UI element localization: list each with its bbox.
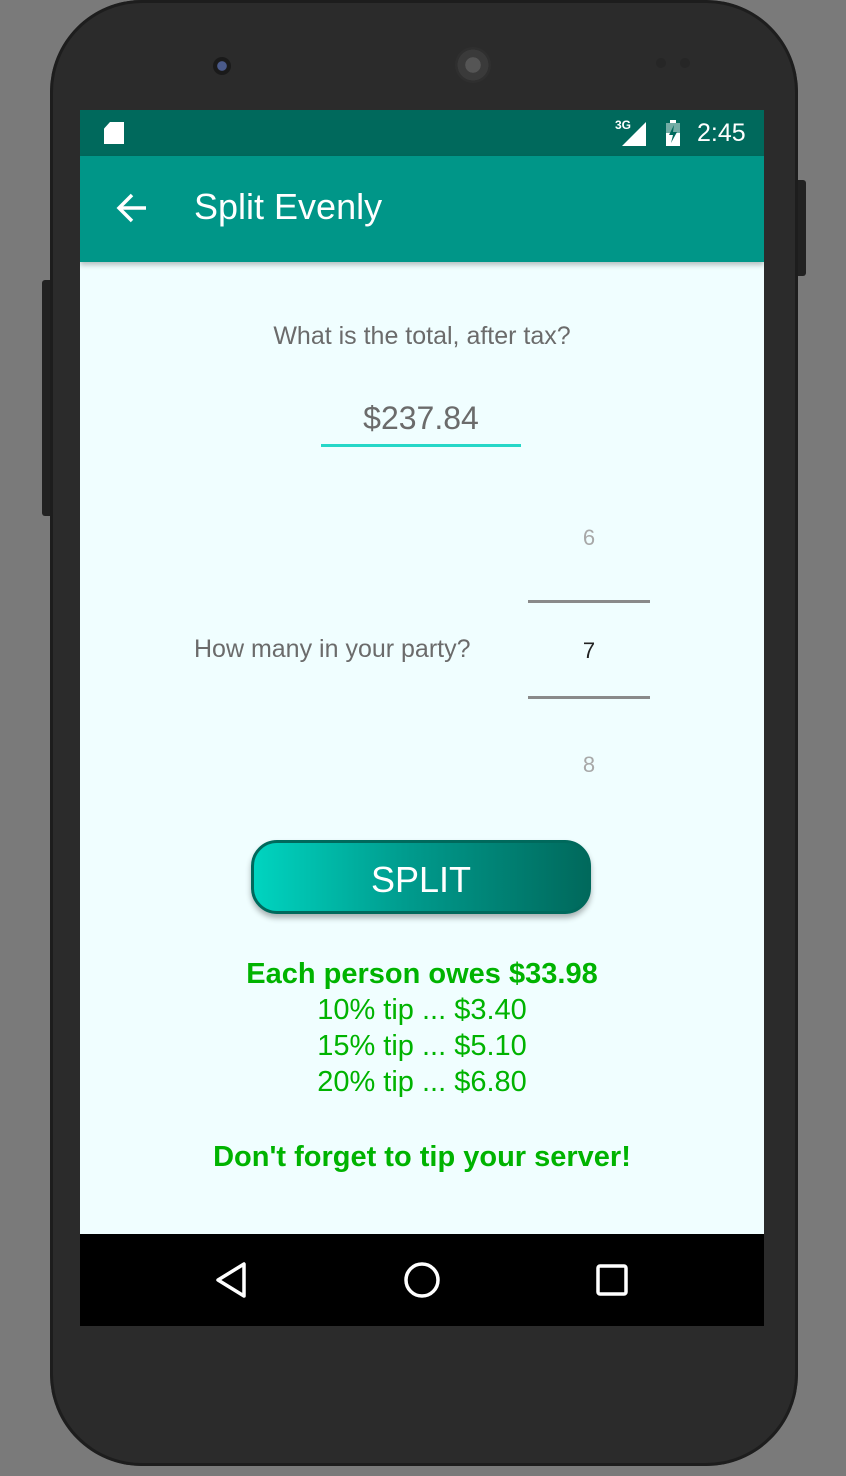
- recents-square-icon[interactable]: [592, 1260, 632, 1300]
- navigation-bar: [80, 1234, 764, 1326]
- tip-20-line: 20% tip ... $6.80: [317, 1066, 527, 1098]
- volume-button: [42, 280, 50, 516]
- signal-icon: [622, 122, 646, 146]
- app-bar: Split Evenly: [80, 156, 764, 262]
- picker-selected-value[interactable]: 7: [528, 638, 650, 664]
- split-button[interactable]: SPLIT: [251, 840, 591, 914]
- picker-previous-value[interactable]: 6: [528, 525, 650, 551]
- back-triangle-icon[interactable]: [212, 1260, 252, 1300]
- total-amount-input[interactable]: [321, 392, 521, 447]
- light-sensor: [680, 58, 690, 68]
- screen: 3G 2:45 Split Evenly What is the total, …: [80, 110, 764, 1326]
- picker-next-value[interactable]: 8: [528, 752, 650, 778]
- each-person-owes: Each person owes $33.98: [246, 958, 598, 990]
- proximity-sensor: [656, 58, 666, 68]
- tip-reminder: Don't forget to tip your server!: [213, 1141, 631, 1173]
- status-bar: 3G 2:45: [80, 110, 764, 156]
- status-time: 2:45: [697, 119, 746, 147]
- sd-card-icon: [104, 122, 124, 144]
- tip-15-line: 15% tip ... $5.10: [317, 1030, 527, 1062]
- results-panel: Each person owes $33.98 10% tip ... $3.4…: [80, 956, 764, 1100]
- arrow-back-icon[interactable]: [112, 188, 152, 228]
- earpiece-speaker: [455, 47, 491, 83]
- page-title: Split Evenly: [194, 186, 383, 227]
- total-question-label: What is the total, after tax?: [273, 322, 571, 350]
- battery-icon: [666, 120, 680, 146]
- party-size-label: How many in your party?: [194, 635, 471, 663]
- picker-divider-top: [528, 600, 650, 603]
- home-circle-icon[interactable]: [402, 1260, 442, 1300]
- party-size-picker[interactable]: 6 7 8: [528, 510, 650, 800]
- picker-divider-bottom: [528, 696, 650, 699]
- front-camera: [213, 57, 231, 75]
- tip-10-line: 10% tip ... $3.40: [317, 994, 527, 1026]
- power-button: [798, 180, 806, 276]
